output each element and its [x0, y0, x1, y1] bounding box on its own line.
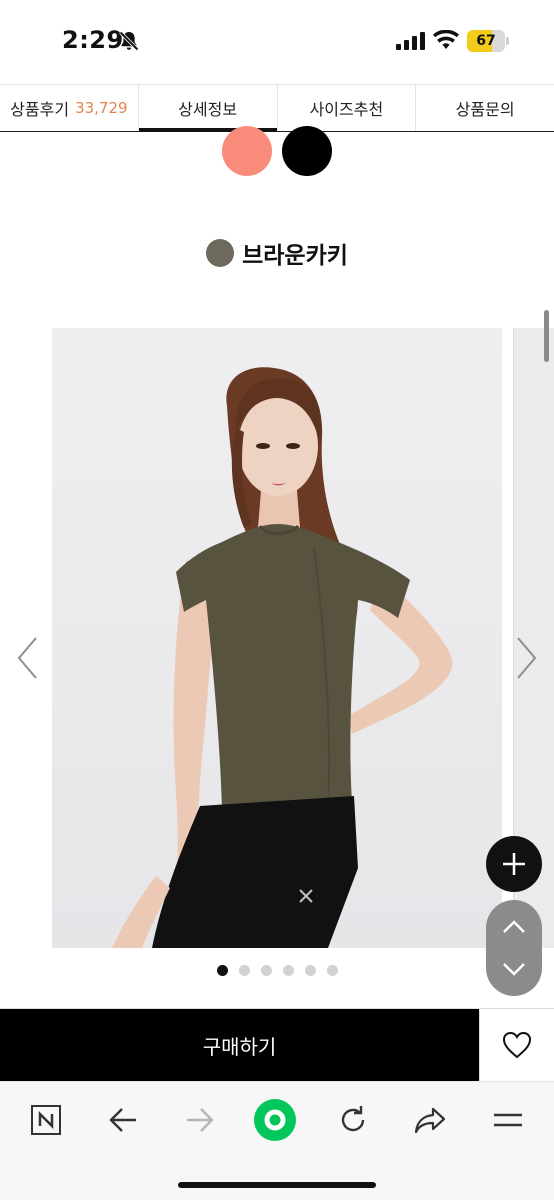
carousel-dot[interactable] [216, 965, 228, 976]
home-button[interactable] [253, 1098, 297, 1142]
tab-reviews[interactable]: 상품후기 33,729 [0, 85, 139, 131]
tab-reviews-label: 상품후기 [10, 100, 70, 119]
color-dot [206, 239, 235, 267]
heart-icon [502, 1031, 532, 1059]
tab-size-recommendation[interactable]: 사이즈추천 [278, 85, 417, 131]
chevron-left-icon[interactable] [16, 636, 40, 680]
reload-icon [341, 1106, 365, 1132]
tab-size-label: 사이즈추천 [309, 100, 384, 119]
naver-n-button[interactable] [24, 1098, 68, 1142]
tab-product-inquiry[interactable]: 상품문의 [416, 85, 554, 131]
carousel-dot[interactable] [304, 965, 316, 976]
scroll-up-button[interactable] [486, 900, 542, 948]
share-icon [414, 1107, 446, 1134]
green-home-icon [254, 1099, 296, 1141]
reload-button[interactable] [331, 1098, 375, 1142]
tab-inquiry-label: 상품문의 [455, 100, 515, 119]
wifi-icon [433, 30, 459, 49]
naver-n-icon [31, 1105, 61, 1135]
status-bar: 2:29 67 [0, 0, 554, 84]
product-tab-bar: 상품후기 33,729 상세정보 사이즈추천 상품문의 [0, 84, 554, 132]
buy-button[interactable]: 구매하기 [0, 1009, 479, 1081]
carousel-dot[interactable] [326, 965, 338, 976]
carousel-dot[interactable] [260, 965, 272, 976]
battery-icon: 67 [467, 30, 509, 52]
plus-button[interactable] [486, 836, 542, 892]
forward-button[interactable] [178, 1098, 222, 1142]
menu-icon [494, 1113, 522, 1127]
color-swatch-coral [222, 126, 272, 176]
battery-level: 67 [476, 33, 496, 49]
share-button[interactable] [408, 1098, 452, 1142]
color-name: 브라운카키 [242, 243, 348, 269]
plus-icon [503, 853, 525, 875]
chevron-down-icon [503, 963, 525, 976]
status-time: 2:29 [62, 26, 124, 54]
back-button[interactable] [101, 1098, 145, 1142]
wishlist-button[interactable] [479, 1009, 554, 1081]
menu-button[interactable] [486, 1098, 530, 1142]
scroll-down-button[interactable] [486, 948, 542, 996]
color-title: 브라운카키 [0, 236, 554, 270]
bell-slash-icon [119, 31, 139, 51]
purchase-bar: 구매하기 [0, 1008, 554, 1081]
carousel-dot[interactable] [282, 965, 294, 976]
carousel-dot[interactable] [238, 965, 250, 976]
model-photo [112, 367, 453, 948]
scroll-control [486, 900, 542, 996]
home-indicator[interactable] [178, 1182, 376, 1188]
product-image[interactable] [52, 328, 502, 948]
battery-body: 67 [467, 30, 505, 52]
page-scrollbar[interactable] [544, 310, 549, 362]
tab-details[interactable]: 상세정보 [138, 85, 278, 132]
carousel-pagination [0, 965, 554, 976]
tab-reviews-count: 33,729 [75, 99, 128, 117]
tab-details-label: 상세정보 [178, 100, 238, 119]
product-image-carousel[interactable] [0, 328, 554, 948]
cellular-signal-icon [396, 32, 425, 50]
chevron-up-icon [503, 920, 525, 933]
chevron-right-icon[interactable] [514, 636, 538, 680]
back-arrow-icon [109, 1108, 136, 1132]
battery-tip [506, 37, 509, 45]
color-swatch-black [282, 126, 332, 176]
forward-arrow-icon [187, 1108, 214, 1132]
